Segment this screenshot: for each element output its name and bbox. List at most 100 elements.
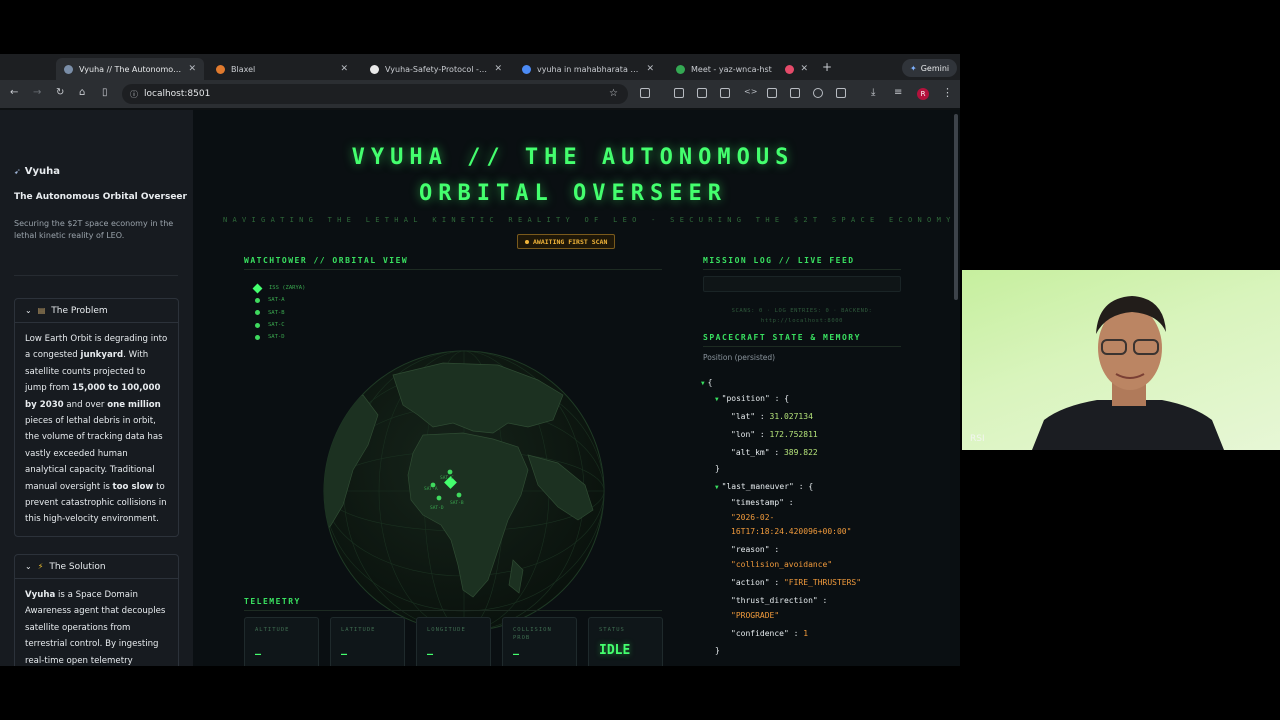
- address-bar[interactable]: ⓘ localhost:8501 ☆: [122, 84, 628, 104]
- triangle-down-icon[interactable]: ▼: [701, 380, 705, 387]
- sat-marker[interactable]: [447, 469, 453, 475]
- spacecraft-state-header: SPACECRAFT STATE & MEMORY: [703, 333, 861, 342]
- gemini-button[interactable]: ✦ Gemini: [902, 59, 958, 77]
- legend-item[interactable]: SAT-D: [255, 331, 305, 343]
- browser-window: Vyuha // The Autonomous Orbital Overseer…: [0, 54, 960, 666]
- tab-meet[interactable]: Meet - yaz-wnca-hst ✕: [668, 58, 816, 80]
- divider: [244, 269, 662, 270]
- problem-expander-header[interactable]: ⌄ ▤ The Problem: [15, 299, 178, 323]
- menu-kebab-icon[interactable]: ⋮: [942, 86, 953, 99]
- google-favicon-icon: [522, 64, 531, 74]
- url-text: localhost:8501: [144, 89, 211, 99]
- triangle-down-icon[interactable]: ▼: [715, 484, 719, 491]
- json-action: "action" : "FIRE_THRUSTERS": [731, 578, 862, 587]
- solution-expander[interactable]: ⌄ ⚡ The Solution Vyuha is a Space Domain…: [14, 554, 179, 666]
- sat-marker[interactable]: [436, 495, 442, 501]
- mission-log-feed[interactable]: [703, 276, 901, 292]
- json-root[interactable]: ▼{: [701, 378, 712, 387]
- tab-vyuha[interactable]: Vyuha // The Autonomous Orbital Overseer…: [56, 58, 204, 80]
- sat-marker[interactable]: [456, 492, 462, 498]
- webcam-feed: RSI: [962, 270, 1280, 450]
- legend-item[interactable]: ISS (ZARYA): [252, 282, 305, 294]
- apps-icon[interactable]: [720, 88, 730, 98]
- reload-icon[interactable]: ↻: [56, 87, 64, 98]
- page-scrollbar[interactable]: [954, 114, 958, 300]
- satellite-legend: ISS (ZARYA) SAT-A SAT-B SAT-C SAT-D: [252, 282, 305, 343]
- download-icon[interactable]: ⤓: [871, 87, 875, 98]
- cast-icon[interactable]: [674, 88, 684, 98]
- close-icon[interactable]: ✕: [340, 64, 348, 74]
- dot-marker-icon: [255, 322, 260, 328]
- close-icon[interactable]: ✕: [494, 64, 502, 74]
- triangle-down-icon[interactable]: ▼: [715, 396, 719, 403]
- forward-icon[interactable]: →: [33, 87, 41, 98]
- bookmark-star-icon[interactable]: ☆: [609, 88, 618, 99]
- telemetry-status: STATUS IDLE: [588, 617, 663, 666]
- solution-expander-header[interactable]: ⌄ ⚡ The Solution: [15, 555, 178, 579]
- link-icon[interactable]: [813, 88, 823, 98]
- json-lat: "lat" : 31.027134: [731, 412, 813, 421]
- json-timestamp-cont: 16T17:18:24.420096+00:00": [731, 527, 852, 536]
- json-reason: "collision_avoidance": [731, 560, 833, 569]
- new-tab-button[interactable]: +: [822, 60, 832, 74]
- divider: [14, 275, 178, 276]
- clipboard-icon: ▤: [37, 306, 46, 315]
- blaxel-favicon-icon: [216, 64, 225, 74]
- recording-icon: [785, 64, 795, 74]
- status-badge: AWAITING FIRST SCAN: [517, 234, 616, 249]
- legend-item[interactable]: SAT-A: [255, 294, 305, 306]
- dot-marker-icon: [255, 334, 260, 340]
- lightning-icon: ⚡: [37, 562, 44, 571]
- json-timestamp-key: "timestamp" :: [731, 498, 794, 507]
- chevron-down-icon: ⌄: [25, 306, 32, 315]
- telemetry-header: TELEMETRY: [244, 597, 301, 606]
- tab-blaxel[interactable]: Blaxel ✕: [208, 58, 356, 80]
- page-favicon-icon: [370, 64, 379, 74]
- page-title: VYUHA // THE AUTONOMOUS ORBITAL OVERSEER: [351, 145, 795, 206]
- media-icon[interactable]: ≡: [894, 87, 902, 98]
- dot-marker-icon: [255, 310, 260, 316]
- rocket-favicon-icon: [64, 64, 73, 74]
- site-info-icon[interactable]: ⓘ: [130, 89, 138, 100]
- telemetry-cards: ALTITUDE — LATITUDE — LONGITUDE — COLLISION…: [244, 617, 663, 666]
- legend-item[interactable]: SAT-C: [255, 319, 305, 331]
- scan-status-text: SCANS: 0 · LOG ENTRIES: 0 · BACKEND: htt…: [731, 308, 873, 324]
- tab-label: Meet - yaz-wnca-hst: [691, 64, 772, 74]
- side-panel-icon[interactable]: ▯: [102, 87, 108, 98]
- sidebar: ➹ Vyuha The Autonomous Orbital Overseer S…: [0, 110, 193, 666]
- tab-label: Vyuha // The Autonomous Orbital Overseer: [79, 64, 183, 74]
- close-icon[interactable]: ✕: [800, 64, 808, 74]
- solution-title: The Solution: [49, 561, 106, 572]
- problem-expander[interactable]: ⌄ ▤ The Problem Low Earth Orbit is degra…: [14, 298, 179, 537]
- sidebar-app-name: ➹ Vyuha: [14, 166, 60, 177]
- tracking-icon[interactable]: [790, 88, 800, 98]
- diamond-marker-icon: [252, 283, 263, 294]
- telemetry-collision-prob: COLLISION PROB —: [502, 617, 577, 666]
- back-icon[interactable]: ←: [10, 87, 18, 98]
- json-brace: }: [715, 464, 720, 473]
- sidebar-description: Securing the $2T space economy in the le…: [14, 219, 174, 240]
- legend-item[interactable]: SAT-B: [255, 307, 305, 319]
- extension-icon[interactable]: [640, 88, 650, 98]
- tab-safety-protocol[interactable]: Vyuha-Safety-Protocol - Whi ✕: [362, 58, 510, 80]
- main-content: VYUHA // THE AUTONOMOUS ORBITAL OVERSEER…: [193, 110, 960, 666]
- screen-icon[interactable]: [767, 88, 777, 98]
- code-icon[interactable]: <>: [744, 87, 757, 97]
- tab-google-search[interactable]: vyuha in mahabharata meani ✕: [514, 58, 662, 80]
- profile-avatar[interactable]: R: [917, 88, 929, 100]
- globe-label: SAT-A: [424, 486, 438, 492]
- home-icon[interactable]: ⌂: [79, 87, 85, 98]
- close-icon[interactable]: ✕: [188, 64, 196, 74]
- json-alt: "alt_km" : 389.822: [731, 448, 818, 457]
- browser-toolbar: ← → ↻ ⌂ ▯ ⓘ localhost:8501 ☆ <> ⤓ ≡ R ⋮: [0, 80, 960, 108]
- sidebar-subtitle: The Autonomous Orbital Overseer: [14, 192, 187, 202]
- orbital-globe[interactable]: SAT-C SAT-A SAT-D SAT-B: [323, 335, 605, 647]
- json-position-node[interactable]: ▼ "position" : {: [715, 394, 789, 403]
- json-last-maneuver-node[interactable]: ▼ "last_maneuver" : {: [715, 482, 813, 491]
- close-icon[interactable]: ✕: [646, 64, 654, 74]
- json-brace: }: [715, 646, 720, 655]
- chevron-down-icon: ⌄: [25, 562, 32, 571]
- clipboard-icon[interactable]: [836, 88, 846, 98]
- json-reason-key: "reason" :: [731, 545, 780, 554]
- translate-icon[interactable]: [697, 88, 707, 98]
